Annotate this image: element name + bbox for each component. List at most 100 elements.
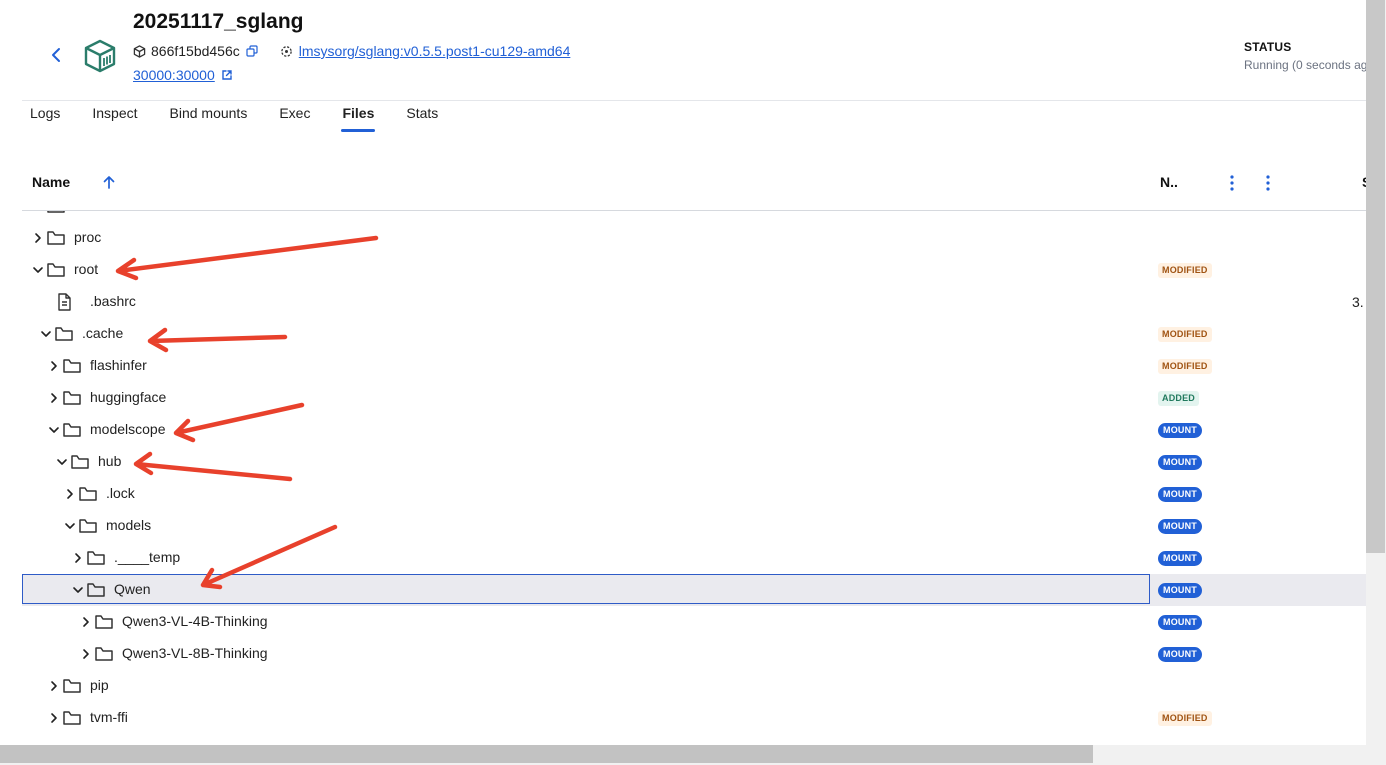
chevron-right-icon[interactable] [32, 232, 44, 244]
file-tree-item-name: root [74, 261, 99, 277]
file-tree-item-name: modelscope [90, 421, 166, 437]
chevron-left-icon[interactable] [46, 44, 68, 66]
kebab-menu-icon[interactable] [1228, 173, 1236, 193]
table-row[interactable]: Qwen3-VL-4B-Thinking MOUNT [22, 606, 1366, 638]
chevron-right-icon[interactable] [48, 360, 60, 372]
file-tree-item-name: pip [90, 677, 109, 693]
tab-stats[interactable]: Stats [406, 103, 438, 132]
table-row [22, 211, 1366, 222]
chevron-right-icon[interactable] [80, 648, 92, 660]
folder-icon [95, 647, 113, 661]
folder-icon [63, 679, 81, 693]
tab-files[interactable]: Files [341, 103, 376, 132]
table-row[interactable]: modelscope MOUNT [22, 414, 1366, 446]
chevron-right-icon[interactable] [48, 392, 60, 404]
table-row[interactable]: .____temp MOUNT [22, 542, 1366, 574]
file-tree-item-name: hub [98, 453, 122, 469]
status-badge: MOUNT [1158, 583, 1202, 598]
cube-icon [133, 44, 146, 58]
table-row[interactable]: .lock MOUNT [22, 478, 1366, 510]
table-row[interactable]: pip [22, 670, 1366, 702]
file-icon [58, 293, 71, 311]
chevron-down-icon[interactable] [72, 584, 84, 596]
folder-icon [79, 487, 97, 501]
folder-icon [79, 519, 97, 533]
status-badge: MOUNT [1158, 519, 1202, 534]
chevron-down-icon[interactable] [32, 264, 44, 276]
arrow-up-icon[interactable] [102, 174, 116, 190]
tab-inspect[interactable]: Inspect [92, 103, 137, 132]
file-tree-item-name: .lock [106, 485, 135, 501]
copy-icon[interactable] [246, 45, 258, 57]
table-header: Name N.. S [22, 164, 1371, 211]
horizontal-scrollbar-thumb[interactable] [0, 745, 1093, 763]
status-badge: MOUNT [1158, 647, 1202, 662]
status-label: STATUS [1244, 40, 1292, 54]
tab-exec[interactable]: Exec [279, 103, 310, 132]
folder-icon [71, 455, 89, 469]
file-tree-item-name: Qwen3-VL-4B-Thinking [122, 613, 268, 629]
tab-bar: Logs Inspect Bind mounts Exec Files Stat… [30, 103, 470, 133]
table-row[interactable]: .cache MODIFIED [22, 318, 1366, 350]
tab-logs[interactable]: Logs [30, 103, 60, 132]
table-row[interactable]: .bashrc 3. [22, 286, 1366, 318]
table-row[interactable]: flashinfer MODIFIED [22, 350, 1366, 382]
table-row[interactable]: Qwen MOUNT [22, 574, 1366, 606]
folder-icon [95, 615, 113, 629]
file-tree: proc root MODIFIED .bashrc 3. .cache MODIFIED f… [22, 211, 1366, 736]
container-box-icon [84, 39, 116, 73]
file-tree-item-name: proc [74, 229, 102, 245]
image-link[interactable]: lmsysorg/sglang:v0.5.5.post1-cu129-amd64 [299, 43, 571, 59]
chevron-down-icon[interactable] [64, 520, 76, 532]
table-row [22, 734, 1366, 736]
external-link-icon[interactable] [221, 69, 233, 81]
column-header-name[interactable]: Name [32, 174, 70, 190]
chevron-down-icon[interactable] [56, 456, 68, 468]
header-divider [22, 100, 1366, 101]
status-value: Running (0 seconds ago) [1244, 58, 1366, 72]
folder-icon [47, 231, 65, 245]
table-row[interactable]: Qwen3-VL-8B-Thinking MOUNT [22, 638, 1366, 670]
file-tree-item-name: flashinfer [90, 357, 147, 373]
chevron-right-icon[interactable] [48, 680, 60, 692]
status-section: STATUS Running (0 seconds ago) [1244, 40, 1366, 72]
folder-icon [47, 263, 65, 277]
chevron-down-icon[interactable] [40, 328, 52, 340]
table-row[interactable]: huggingface ADDED [22, 382, 1366, 414]
file-tree-item-name: models [106, 517, 152, 533]
status-badge: MODIFIED [1158, 327, 1212, 342]
kebab-menu-icon[interactable] [1264, 173, 1272, 193]
chevron-right-icon[interactable] [64, 488, 76, 500]
file-size: 3. [1352, 294, 1364, 310]
status-badge: MODIFIED [1158, 711, 1212, 726]
folder-icon [63, 423, 81, 437]
port-link[interactable]: 30000:30000 [133, 67, 215, 83]
folder-icon [63, 711, 81, 725]
tab-bind-mounts[interactable]: Bind mounts [170, 103, 248, 132]
file-tree-item-name: tvm-ffi [90, 709, 128, 725]
status-badge: MOUNT [1158, 455, 1202, 470]
chevron-right-icon[interactable] [80, 616, 92, 628]
table-row[interactable]: proc [22, 222, 1366, 254]
port-row: 30000:30000 [133, 67, 233, 83]
file-tree-item-name: .____temp [114, 549, 181, 565]
table-row[interactable]: tvm-ffi MODIFIED [22, 702, 1366, 734]
status-badge: MODIFIED [1158, 263, 1212, 278]
file-tree-item-name: huggingface [90, 389, 167, 405]
column-header-note[interactable]: N.. [1160, 174, 1178, 190]
folder-icon [87, 583, 105, 597]
status-badge: MOUNT [1158, 551, 1202, 566]
chevron-down-icon[interactable] [48, 424, 60, 436]
folder-icon [63, 359, 81, 373]
folder-icon [55, 327, 73, 341]
status-badge: MODIFIED [1158, 359, 1212, 374]
table-row[interactable]: hub MOUNT [22, 446, 1366, 478]
status-badge: MOUNT [1158, 423, 1202, 438]
status-badge: ADDED [1158, 391, 1200, 406]
vertical-scrollbar-thumb[interactable] [1366, 0, 1385, 553]
table-row[interactable]: models MOUNT [22, 510, 1366, 542]
folder-icon [63, 391, 81, 405]
chevron-right-icon[interactable] [48, 712, 60, 724]
table-row[interactable]: root MODIFIED [22, 254, 1366, 286]
chevron-right-icon[interactable] [72, 552, 84, 564]
